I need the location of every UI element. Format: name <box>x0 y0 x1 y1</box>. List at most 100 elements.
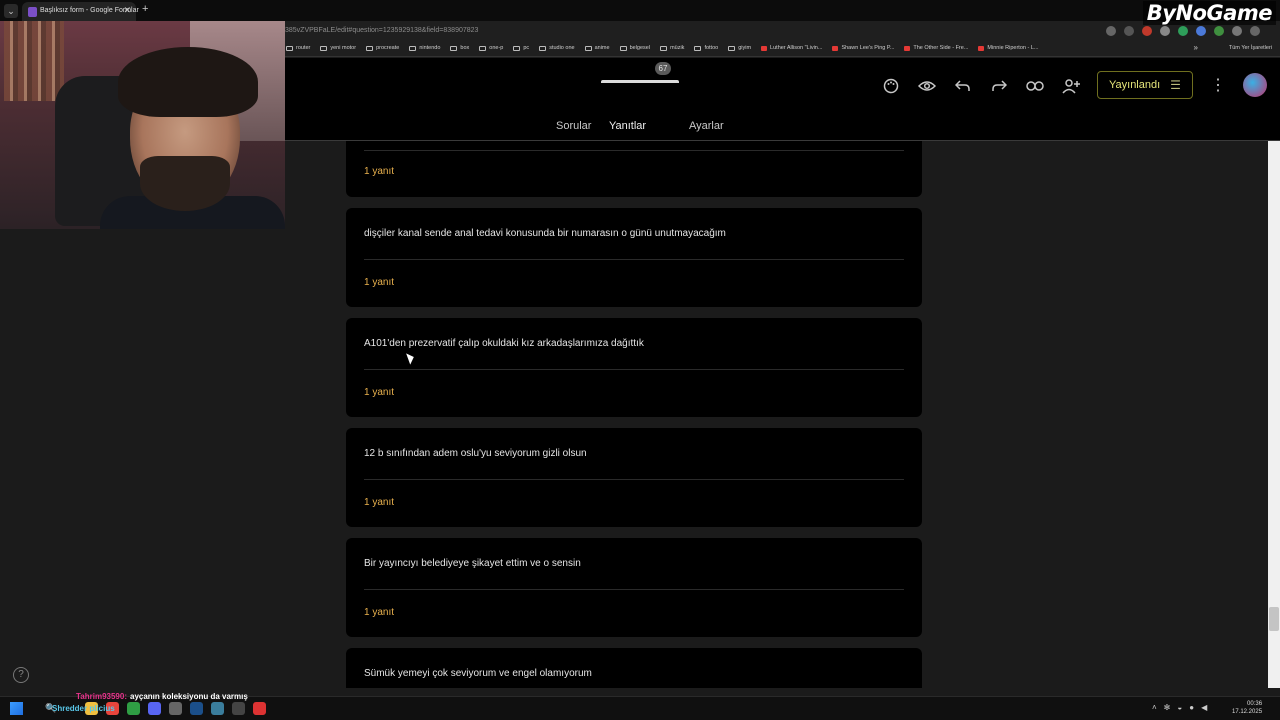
response-count[interactable]: 1 yanıt <box>364 277 394 288</box>
bookmark-item[interactable]: Shawn Lee's Ping P... <box>832 45 894 51</box>
card-divider <box>364 479 904 480</box>
bookmark-label: The Other Side - Fre... <box>913 45 969 51</box>
bookmark-label: studio one <box>549 45 575 51</box>
app-icon[interactable] <box>169 702 182 715</box>
tab-responses[interactable]: Yanıtlar <box>609 120 646 132</box>
bookmarks-overflow-icon[interactable]: » <box>1194 43 1198 52</box>
bookmark-label: nintendo <box>419 45 441 51</box>
speaker-icon[interactable]: ◀ <box>1201 703 1207 712</box>
bookmark-item[interactable]: pc <box>513 45 529 51</box>
bookmark-item[interactable]: router <box>286 45 310 51</box>
card-divider <box>364 150 904 151</box>
palette-icon[interactable] <box>880 75 902 97</box>
extension-icon[interactable] <box>1214 26 1224 36</box>
bookmark-label: yeni motor <box>330 45 357 51</box>
response-count[interactable]: 1 yanıt <box>364 607 394 618</box>
response-count[interactable]: 1 yanıt <box>364 166 394 177</box>
chat-username: Tahrim93590: <box>76 692 127 701</box>
bookmark-item[interactable]: The Other Side - Fre... <box>904 45 968 51</box>
youtube-icon <box>832 45 839 51</box>
published-label: Yayınlandı <box>1109 79 1161 91</box>
extension-icon[interactable] <box>1196 26 1206 36</box>
bookmark-item[interactable]: fottoo <box>694 45 718 51</box>
response-card: 1 yanıt <box>346 141 922 197</box>
bookmark-star-icon[interactable] <box>1124 26 1134 36</box>
folder-icon <box>694 45 702 51</box>
bookmark-item[interactable]: one-p <box>479 45 503 51</box>
redo-icon[interactable] <box>988 75 1010 97</box>
response-text: 12 b sınıfından adem oslu'yu seviyorum g… <box>364 448 587 459</box>
bookmark-item[interactable]: Luther Allison "Livin... <box>761 45 822 51</box>
system-tray: ˄ ✻ ◒ ● ◀ <box>1152 703 1207 712</box>
help-icon[interactable]: ? <box>13 667 29 683</box>
app-icon[interactable] <box>211 702 224 715</box>
recording-icon[interactable] <box>253 702 266 715</box>
bookmark-item[interactable]: Minnie Riperton - L... <box>978 45 1038 51</box>
response-card: Sümük yemeyi çok seviyorum ve engel olam… <box>346 648 922 688</box>
bookmark-item[interactable]: box <box>450 45 469 51</box>
bookmark-item[interactable]: studio one <box>539 45 575 51</box>
tab-search-menu[interactable]: ⌄ <box>4 4 18 18</box>
response-count[interactable]: 1 yanıt <box>364 497 394 508</box>
extensions-puzzle-icon[interactable] <box>1250 26 1260 36</box>
youtube-icon <box>904 45 911 51</box>
new-tab-button[interactable]: + <box>142 3 148 15</box>
windows-start-icon[interactable] <box>10 702 23 715</box>
bookmark-item[interactable]: müzik <box>660 45 684 51</box>
bookmark-label: belgesel <box>629 45 651 51</box>
folder-icon <box>366 45 374 51</box>
extension-icon[interactable] <box>1142 26 1152 36</box>
scrollbar-thumb[interactable] <box>1269 607 1279 631</box>
chat-message: ayçanın koleksiyonu da varmış <box>130 692 248 701</box>
bookmark-item[interactable]: anime <box>584 45 610 51</box>
bookmark-label: müzik <box>670 45 685 51</box>
bookmark-item[interactable]: procreate <box>366 45 399 51</box>
tray-app-icon[interactable]: ✻ <box>1164 703 1171 712</box>
steam-icon[interactable] <box>190 702 203 715</box>
all-bookmarks-folder[interactable]: Tüm Yer İşaretleri <box>1229 45 1272 51</box>
avatar[interactable] <box>1243 73 1267 97</box>
more-vert-icon[interactable]: ⋮ <box>1210 75 1226 95</box>
app-icon[interactable] <box>232 702 245 715</box>
response-card: 12 b sınıfından adem oslu'yu seviyorum g… <box>346 428 922 527</box>
discord-icon[interactable] <box>148 702 161 715</box>
zoom-icon[interactable] <box>1106 26 1116 36</box>
url-text[interactable]: 385vZVPBFaLE/edit#question=1235929138&fi… <box>285 27 478 34</box>
folder-icon <box>409 45 417 51</box>
scrollbar-track[interactable] <box>1268 141 1280 688</box>
stream-chat-message: Tahrim93590: ayçanın koleksiyonu da varmı… <box>76 692 248 701</box>
tray-app-icon[interactable]: ◒ <box>1177 703 1182 712</box>
browser-tab-active[interactable]: Başlıksız form - Google Formlar ✕ <box>22 2 139 21</box>
taskbar-clock[interactable]: 00:36 17.12.2025 <box>1232 700 1262 716</box>
link-icon[interactable] <box>1024 75 1046 97</box>
bookmark-label: giyim <box>738 45 752 51</box>
card-divider <box>364 369 904 370</box>
add-collaborator-icon[interactable] <box>1060 75 1082 97</box>
folder-icon <box>619 45 627 51</box>
tab-settings[interactable]: Ayarlar <box>689 120 724 132</box>
mic-icon[interactable]: ● <box>1189 703 1194 712</box>
extension-icon[interactable] <box>1232 26 1242 36</box>
bookmark-item[interactable]: belgesel <box>619 45 651 51</box>
bookmark-item[interactable]: giyim <box>728 45 751 51</box>
publish-settings-icon: ☰ <box>1170 78 1181 92</box>
extension-icon[interactable] <box>1178 26 1188 36</box>
response-text: Sümük yemeyi çok seviyorum ve engel olam… <box>364 668 592 679</box>
undo-icon[interactable] <box>952 75 974 97</box>
bookmark-item[interactable]: nintendo <box>409 45 440 51</box>
clock-date: 17.12.2025 <box>1232 709 1263 715</box>
bookmark-item[interactable]: yeni motor <box>320 45 356 51</box>
tab-questions[interactable]: Sorular <box>556 120 591 132</box>
tray-chevron-icon[interactable]: ˄ <box>1152 703 1157 712</box>
bookmark-label: pc <box>523 45 530 51</box>
published-button[interactable]: Yayınlandı ☰ <box>1097 71 1193 99</box>
responses-count-badge: 67 <box>655 62 671 75</box>
youtube-icon <box>761 45 768 51</box>
preview-eye-icon[interactable] <box>916 75 938 97</box>
response-text: Bir yayıncıyı belediyeye şikayet ettim v… <box>364 558 581 569</box>
webcam-beard <box>140 156 230 211</box>
response-count[interactable]: 1 yanıt <box>364 387 394 398</box>
tab-close-icon[interactable]: ✕ <box>123 5 131 16</box>
xbox-icon[interactable] <box>127 702 140 715</box>
extension-icon[interactable] <box>1160 26 1170 36</box>
